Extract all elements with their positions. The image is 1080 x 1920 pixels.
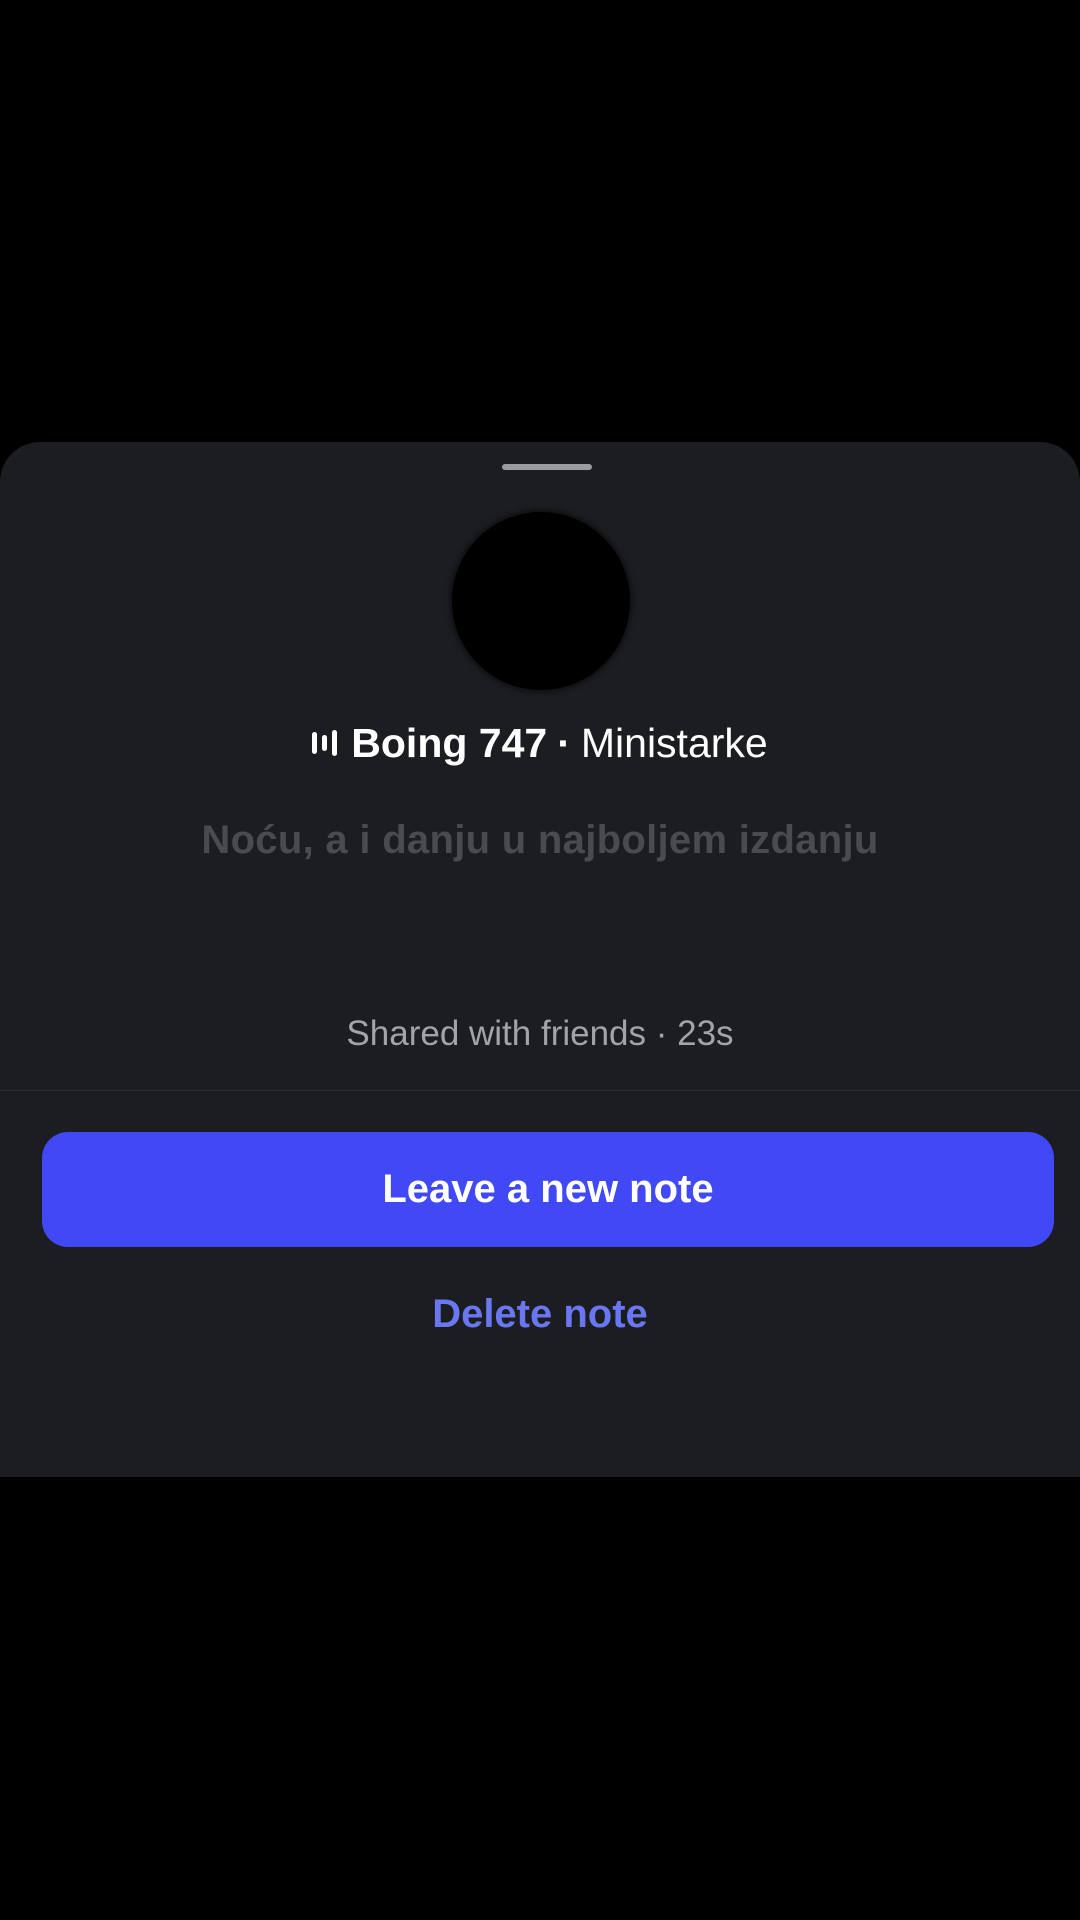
title-separator: · bbox=[557, 719, 571, 766]
avatar[interactable] bbox=[452, 512, 630, 690]
song-title: Boing 747 bbox=[351, 719, 548, 766]
shared-status: Shared with friends · 23s bbox=[346, 1014, 734, 1053]
leave-new-note-button[interactable]: Leave a new note bbox=[42, 1132, 1054, 1247]
sheet-drag-handle[interactable] bbox=[502, 464, 592, 470]
note-lyric: Noću, a i danju u najboljem izdanju bbox=[201, 818, 879, 862]
delete-note-button[interactable]: Delete note bbox=[0, 1284, 1080, 1344]
music-info[interactable]: Boing 747 · Ministarke bbox=[0, 708, 1080, 778]
music-bars-icon bbox=[312, 728, 338, 758]
note-bottom-sheet: Boing 747 · Ministarke Noću, a i danju u… bbox=[0, 442, 1080, 1477]
divider bbox=[0, 1090, 1080, 1091]
artist-name: Ministarke bbox=[580, 719, 768, 766]
screen: Boing 747 · Ministarke Noću, a i danju u… bbox=[0, 0, 1080, 1920]
